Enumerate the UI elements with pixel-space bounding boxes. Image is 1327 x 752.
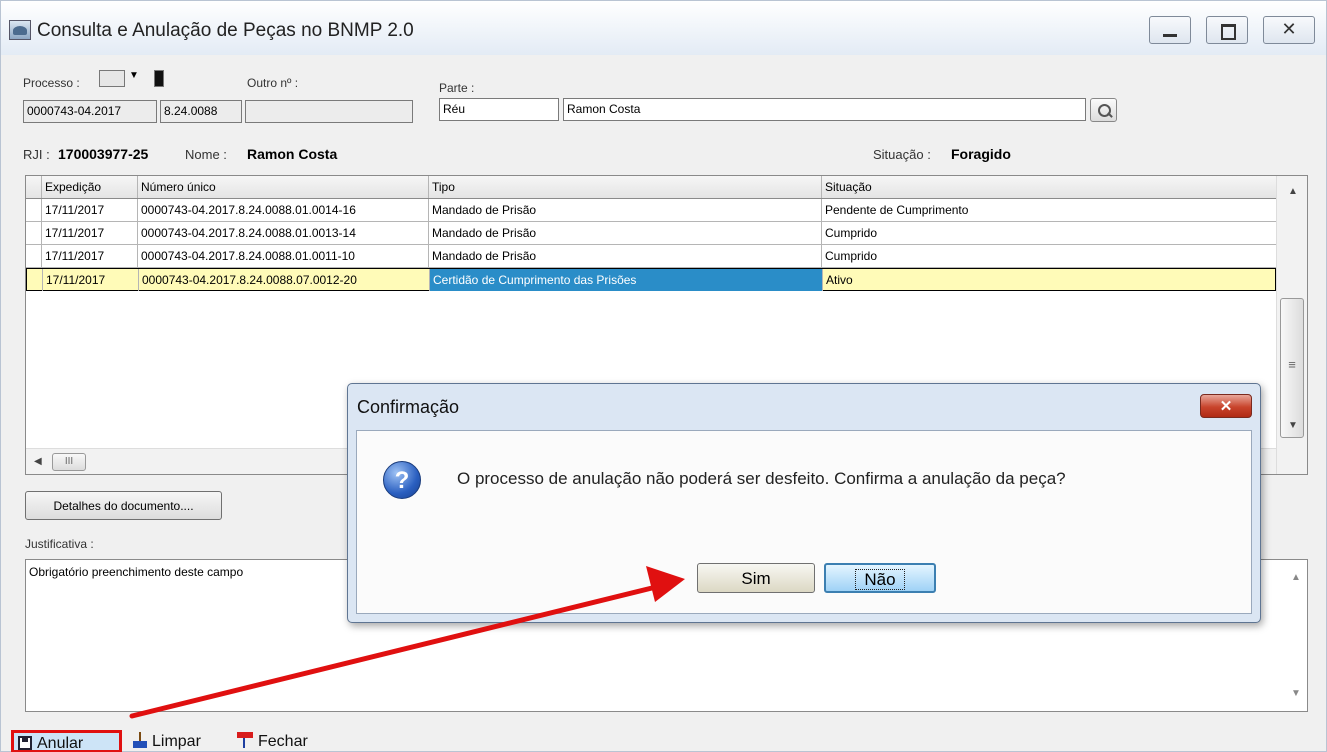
situacao-label: Situação :: [873, 147, 931, 162]
dialog-close-button[interactable]: ✕: [1200, 394, 1252, 418]
close-window-button[interactable]: ✕: [1263, 16, 1315, 44]
table-cell: Cumprido: [825, 226, 878, 240]
app-icon: [9, 20, 31, 40]
save-icon: [18, 736, 32, 750]
table-cell: 17/11/2017: [42, 222, 138, 244]
title-bar: Consulta e Anulação de Peças no BNMP 2.0…: [1, 1, 1326, 55]
confirmation-dialog: Confirmação ✕ ? O processo de anulação n…: [347, 383, 1261, 623]
processo-number-input[interactable]: 0000743-04.2017: [23, 100, 157, 123]
column-header[interactable]: Número único: [138, 176, 429, 198]
rji-value: 170003977-25: [58, 146, 149, 162]
table-cell: Pendente de Cumprimento: [825, 203, 969, 217]
dialog-title: Confirmação: [357, 397, 460, 417]
table-cell: Certidão de Cumprimento das Prisões: [430, 269, 823, 291]
nome-value: Ramon Costa: [247, 146, 338, 162]
table-cell: Cumprido: [825, 249, 878, 263]
table-cell: 17/11/2017: [42, 245, 138, 267]
chevron-down-icon[interactable]: ▼: [129, 70, 149, 87]
outro-label: Outro nº :: [247, 76, 299, 90]
broom-icon: [133, 732, 147, 748]
parte-label: Parte :: [439, 81, 475, 95]
processo-suffix-input[interactable]: 8.24.0088: [160, 100, 242, 123]
rji-label: RJI :: [23, 147, 50, 162]
table-cell: Mandado de Prisão: [429, 245, 822, 267]
scroll-thumb[interactable]: ≡: [1280, 298, 1304, 438]
table-row-selected[interactable]: 17/11/2017 0000743-04.2017.8.24.0088.07.…: [26, 268, 1276, 291]
nome-label: Nome :: [185, 147, 227, 162]
process-type-icon[interactable]: [99, 70, 125, 87]
outro-numero-input[interactable]: [245, 100, 413, 123]
hscroll-thumb[interactable]: III: [52, 453, 86, 471]
table-cell: 0000743-04.2017.8.24.0088.07.0012-20: [139, 269, 430, 291]
column-header[interactable]: Situação: [822, 176, 1276, 198]
justificativa-label: Justificativa :: [25, 537, 94, 551]
scroll-left-icon[interactable]: ◀: [34, 456, 42, 467]
table-cell: 0000743-04.2017.8.24.0088.01.0011-10: [138, 245, 429, 267]
table-cell: 17/11/2017: [42, 199, 138, 221]
flag-icon: [237, 732, 253, 748]
situacao-value: Foragido: [951, 146, 1011, 162]
close-icon: ✕: [1281, 19, 1297, 39]
bottom-toolbar: Anular Limpar Fechar: [1, 724, 1327, 752]
dialog-message: O processo de anulação não poderá ser de…: [457, 469, 1066, 488]
window-title: Consulta e Anulação de Peças no BNMP 2.0: [37, 20, 414, 41]
scroll-up-icon[interactable]: ▲: [1288, 186, 1298, 197]
search-button[interactable]: [1090, 98, 1117, 122]
table-cell: 17/11/2017: [43, 269, 139, 291]
grid-header: Expedição Número único Tipo Situação: [26, 176, 1276, 199]
column-header[interactable]: Expedição: [42, 176, 138, 198]
table-cell: Mandado de Prisão: [429, 222, 822, 244]
no-button[interactable]: Não: [824, 563, 936, 593]
vertical-scrollbar[interactable]: ▲ ≡ ▼: [1276, 176, 1307, 474]
scroll-down-icon[interactable]: ▼: [1291, 688, 1301, 699]
scroll-up-icon[interactable]: ▲: [1291, 572, 1301, 583]
close-icon: ✕: [1219, 398, 1233, 415]
table-cell: 0000743-04.2017.8.24.0088.01.0014-16: [138, 199, 429, 221]
maximize-button[interactable]: [1206, 16, 1248, 44]
justificativa-text: Obrigatório preenchimento deste campo: [29, 565, 244, 579]
scroll-down-icon[interactable]: ▼: [1288, 420, 1298, 431]
parte-nome-input[interactable]: Ramon Costa: [563, 98, 1086, 121]
document-details-button[interactable]: Detalhes do documento....: [25, 491, 222, 520]
minimize-button[interactable]: [1149, 16, 1191, 44]
table-cell: Ativo: [826, 273, 853, 287]
processo-label: Processo :: [23, 76, 80, 90]
column-header[interactable]: Tipo: [429, 176, 822, 198]
table-row[interactable]: 17/11/2017 0000743-04.2017.8.24.0088.01.…: [26, 199, 1276, 222]
memo-scrollbar[interactable]: ▲ ▼: [1285, 560, 1307, 711]
process-flag-icon[interactable]: [154, 70, 164, 87]
main-window: Consulta e Anulação de Peças no BNMP 2.0…: [0, 0, 1327, 752]
table-cell: 0000743-04.2017.8.24.0088.01.0013-14: [138, 222, 429, 244]
parte-tipo-input[interactable]: Réu: [439, 98, 559, 121]
fechar-button[interactable]: Fechar: [233, 730, 312, 752]
limpar-button[interactable]: Limpar: [129, 730, 205, 752]
table-row[interactable]: 17/11/2017 0000743-04.2017.8.24.0088.01.…: [26, 245, 1276, 268]
dialog-body: ? O processo de anulação não poderá ser …: [356, 430, 1252, 614]
yes-button[interactable]: Sim: [697, 563, 815, 593]
anular-button[interactable]: Anular: [11, 730, 122, 752]
table-cell: Mandado de Prisão: [429, 199, 822, 221]
question-icon: ?: [383, 461, 421, 499]
table-row[interactable]: 17/11/2017 0000743-04.2017.8.24.0088.01.…: [26, 222, 1276, 245]
